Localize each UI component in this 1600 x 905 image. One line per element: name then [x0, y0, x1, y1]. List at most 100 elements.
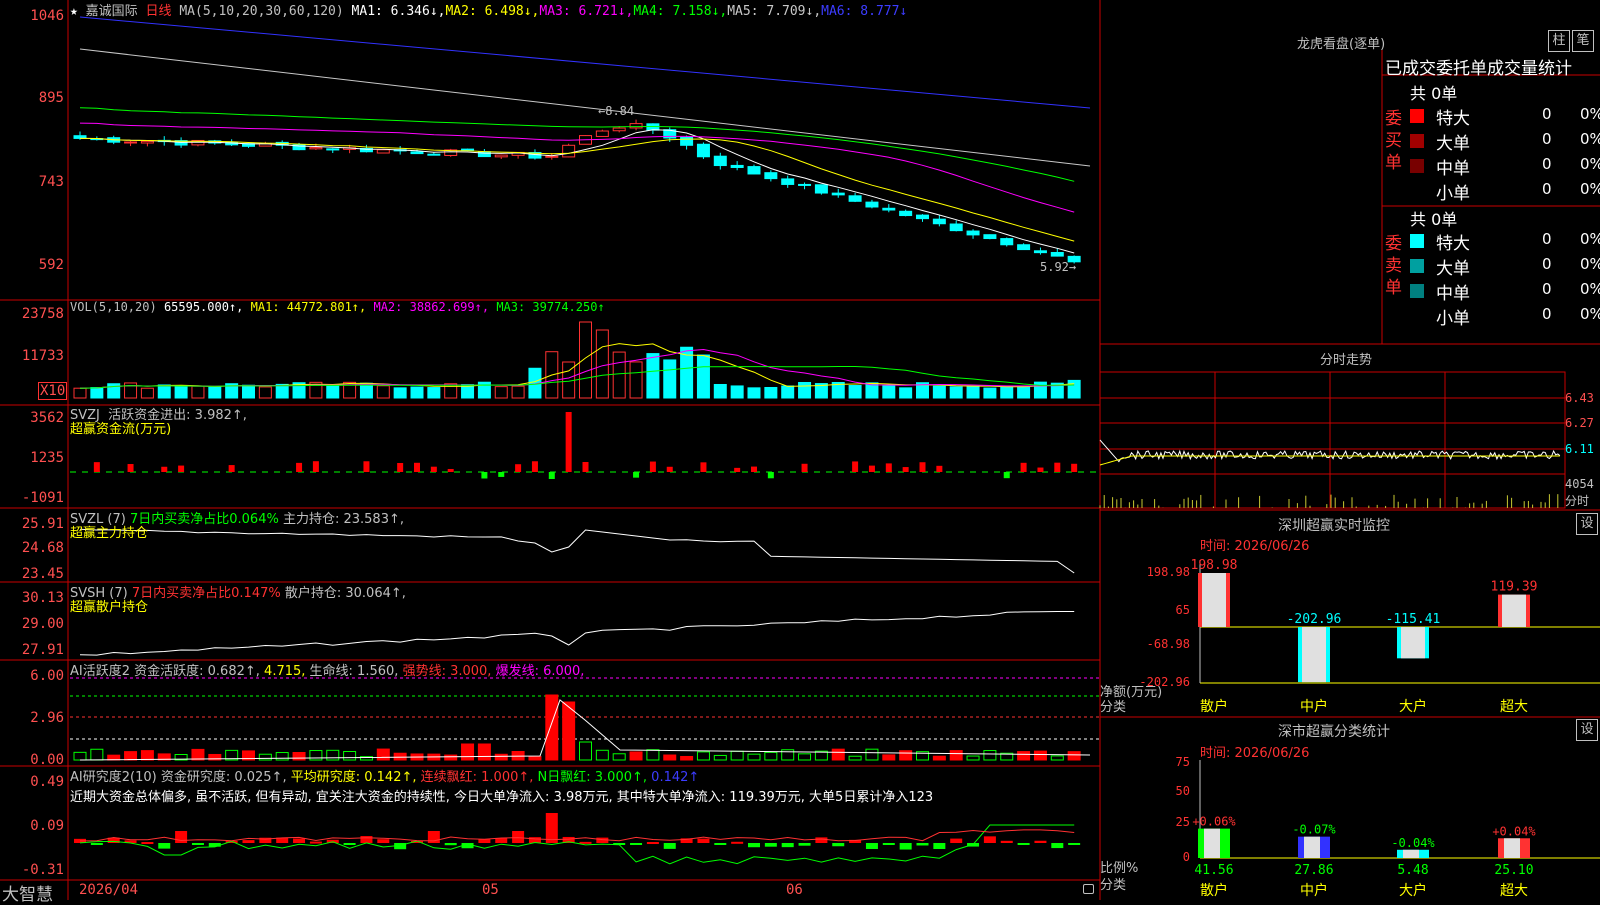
- candle: [949, 223, 963, 232]
- lhb-row-pct: 0%: [1580, 130, 1600, 148]
- monitor-bar-label: 198.98: [1191, 558, 1238, 573]
- research-bar: [781, 843, 794, 848]
- svzj-bar: [919, 462, 926, 472]
- stock-name: 嘉诚国际: [85, 4, 138, 19]
- ma3-value: MA3: 6.721↓,: [539, 4, 634, 19]
- svzj-bar: [734, 467, 741, 472]
- tab-tick[interactable]: 笔: [1572, 30, 1594, 52]
- lhb-row-pct: 0%: [1580, 280, 1600, 298]
- activity-bar: [865, 748, 879, 761]
- research-bar: [815, 837, 828, 843]
- candle: [140, 140, 154, 144]
- svzj-bar: [1020, 462, 1027, 472]
- research-bar: [191, 843, 204, 845]
- volume-bar: [376, 385, 390, 399]
- buy-orders-label: 委买单: [1385, 109, 1402, 173]
- volume-bar: [242, 384, 255, 399]
- tab-bar[interactable]: 柱: [1548, 30, 1570, 52]
- research-bar: [175, 831, 188, 843]
- svzj-bar: [312, 461, 319, 472]
- svzj-bar: [228, 465, 235, 472]
- research-bar: [798, 843, 811, 846]
- lhb-row-pct: 0%: [1580, 305, 1600, 323]
- candle: [1017, 244, 1031, 251]
- research-bar: [1068, 843, 1081, 845]
- svzj-bar: [1003, 472, 1010, 479]
- candle: [932, 218, 946, 225]
- kline-header: ★ 嘉诚国际 日线 MA(5,10,20,30,60,120) MA1: 6.3…: [70, 0, 907, 19]
- research-bar: [731, 841, 744, 844]
- color-swatch: [1410, 159, 1424, 173]
- huoyue-val2: 4.715,: [264, 664, 306, 679]
- candle: [865, 201, 879, 208]
- volume-bar: [410, 386, 424, 399]
- volume-bar: [140, 387, 154, 399]
- research-bar: [293, 838, 306, 843]
- svzj-tick-2: 1235: [30, 450, 64, 466]
- monitor-time: 时间: 2026/06/26: [1200, 539, 1310, 554]
- activity-bar: [477, 743, 491, 761]
- stats-bar-face: [1304, 836, 1320, 858]
- research-bar: [663, 843, 676, 849]
- volume-bar: [393, 387, 407, 399]
- monitor-settings-button[interactable]: 设: [1576, 513, 1598, 535]
- vol-tick-2: 11733: [21, 348, 64, 364]
- candle: [781, 178, 795, 185]
- buy-rows: 特大 0 0% 大单 0 0% 中单 0 0% 小单 0 0%: [1408, 104, 1600, 204]
- period-label[interactable]: 日线: [146, 4, 172, 19]
- svzl-tick-2: 24.68: [21, 540, 64, 556]
- candle: [713, 155, 727, 167]
- volume-bar: [157, 384, 171, 399]
- candle: [916, 214, 929, 220]
- svsh-tick-1: 30.13: [21, 590, 64, 606]
- svsh-tick-3: 27.91: [21, 642, 64, 658]
- yanjiu-val5: 0.142↑: [651, 770, 700, 785]
- volume-bar: [932, 385, 946, 399]
- candle: [747, 166, 761, 175]
- vol-unit-badge[interactable]: X10: [38, 382, 68, 400]
- research-bar: [1000, 840, 1013, 843]
- yanjiu-val3: 连续飘红: 1.000↑,: [420, 770, 534, 785]
- lhb-row: 特大 0 0%: [1408, 229, 1600, 254]
- research-bar: [377, 839, 390, 843]
- candle: [410, 151, 424, 155]
- monitor-title: 深圳超赢实时监控: [1278, 518, 1390, 534]
- volume-bar: [629, 361, 643, 399]
- activity-bar: [376, 748, 390, 761]
- svzj-bar: [447, 468, 454, 472]
- volume-bar: [208, 386, 222, 399]
- volume-bar: [174, 386, 188, 399]
- volume-bar: [696, 354, 710, 399]
- stats-tick: 75: [1176, 755, 1190, 769]
- lhb-row-name: 特大: [1436, 109, 1470, 129]
- ma6-value: MA6: 8.777↓: [821, 4, 908, 19]
- main-tick-592: 592: [38, 257, 64, 273]
- research-bar: [697, 838, 710, 843]
- svsh-tick-2: 29.00: [21, 616, 64, 632]
- svzj-bar: [852, 461, 859, 472]
- lhb-row: 中单 0 0%: [1408, 279, 1600, 304]
- stats-settings-button[interactable]: 设: [1576, 719, 1598, 741]
- activity-bar: [275, 752, 289, 761]
- lhb-row-pct: 0%: [1580, 230, 1600, 248]
- star-icon[interactable]: ★: [70, 4, 78, 19]
- candle: [1033, 250, 1047, 254]
- fenshi-vol-tick: 4054: [1565, 477, 1594, 491]
- huoyue-val4: 强势线: 3.000,: [402, 664, 492, 679]
- lhb-row-pct: 0%: [1580, 255, 1600, 273]
- activity-bar: [747, 753, 761, 761]
- activity-bar: [545, 694, 559, 761]
- activity-bar: [696, 751, 710, 761]
- monitor-bar-face: [1302, 627, 1326, 683]
- volume-bar: [275, 383, 289, 399]
- candle: [831, 192, 845, 196]
- activity-bar: [595, 749, 609, 761]
- vol-header: VOL(5,10,20) 65595.000↑, MA1: 44772.801↑…: [70, 300, 605, 314]
- lock-icon[interactable]: [1083, 884, 1094, 894]
- volume-bar: [494, 386, 508, 399]
- lhb-row: 特大 0 0%: [1408, 104, 1600, 129]
- svzj-bar: [430, 466, 437, 472]
- brand-logo[interactable]: 大智慧: [2, 880, 53, 905]
- yanjiu-tick-1: 0.49: [30, 774, 64, 790]
- low-price-label: 5.92→: [1040, 260, 1077, 274]
